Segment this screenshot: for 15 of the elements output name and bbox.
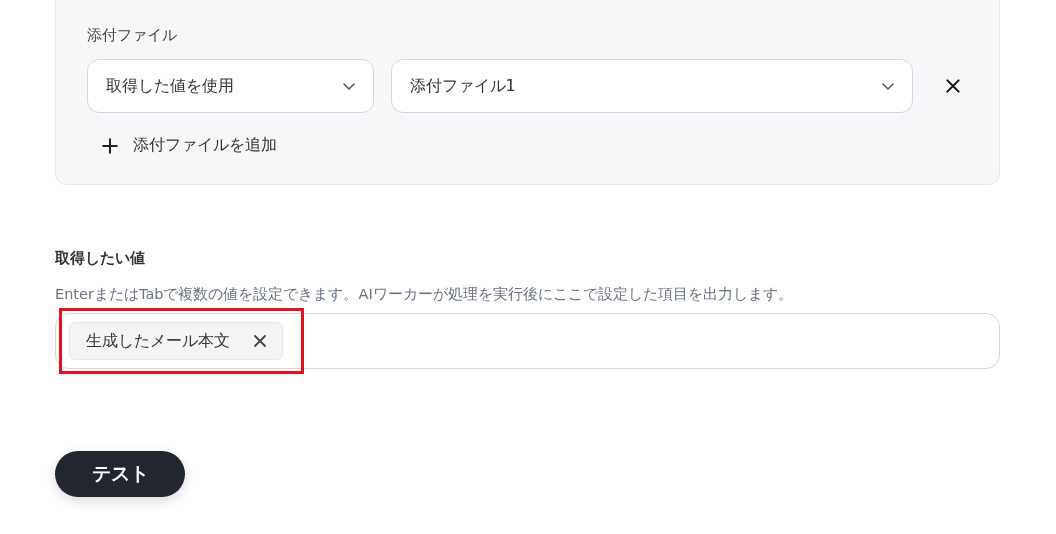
file-dropdown[interactable]: 添付ファイル1 [390,59,913,113]
help-text: EnterまたはTabで複数の値を設定できます。AIワーカーが処理を実行後にここで設定した項目を出力します。 [55,285,794,304]
add-attachment-button[interactable]: 添付ファイルを追加 [101,135,277,156]
dropdown-value: 添付ファイル1 [409,75,516,97]
tag-label: 生成したメール本文 [86,330,230,352]
remove-tag-button[interactable] [252,333,268,349]
test-button[interactable]: テスト [55,451,185,497]
dropdown-value: 取得した値を使用 [106,75,234,97]
field-label: 添付ファイル [87,26,178,45]
field-label: 取得したい値 [55,249,146,268]
close-icon [944,77,962,95]
source-dropdown[interactable]: 取得した値を使用 [87,59,374,113]
close-icon [252,333,268,349]
tag-input-field[interactable]: 生成したメール本文 [55,313,1000,369]
plus-icon [101,136,119,155]
